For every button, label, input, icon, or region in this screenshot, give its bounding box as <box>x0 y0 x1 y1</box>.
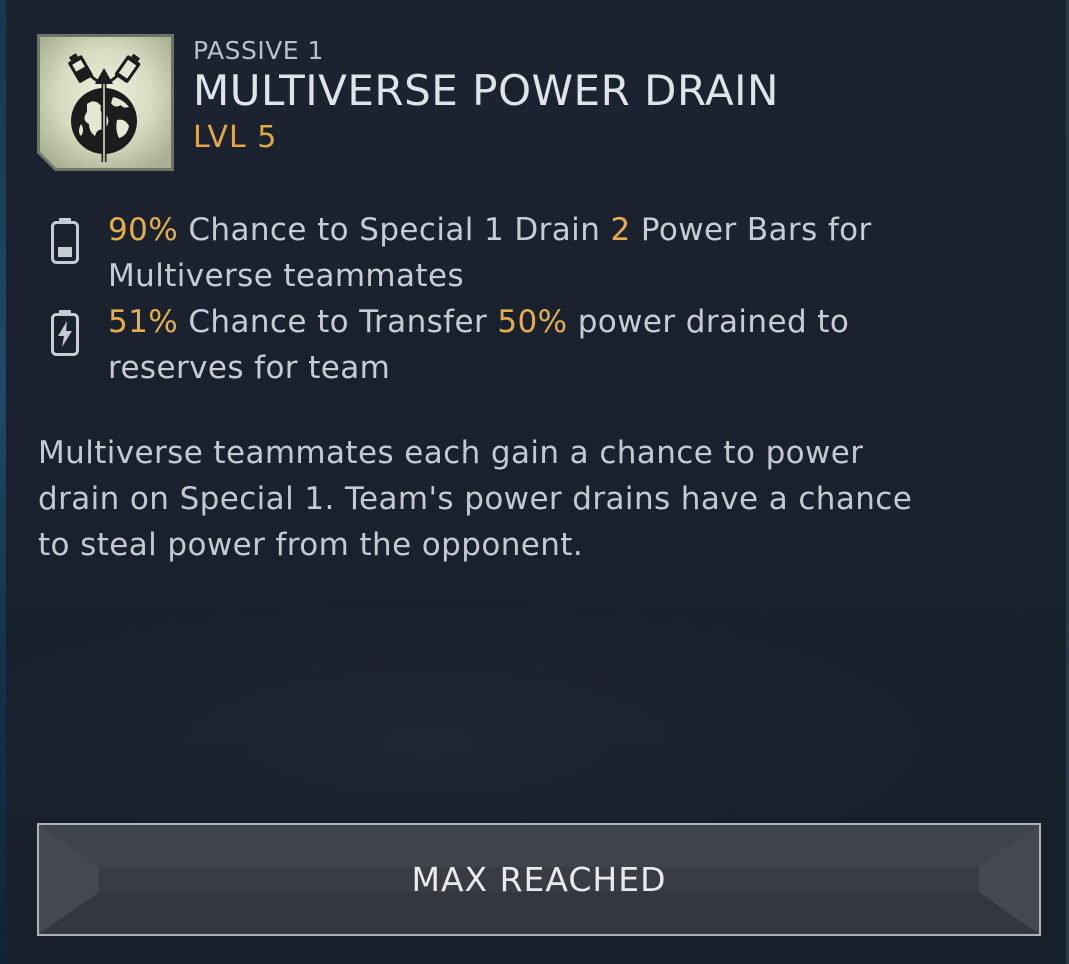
ability-title: MULTIVERSE POWER DRAIN <box>193 66 779 115</box>
power-drain-globe-icon <box>37 34 174 171</box>
stat-text-1: 90% Chance to Special 1 Drain 2 Power Ba… <box>108 207 928 299</box>
stat-desc-part: Chance to Special 1 Drain <box>178 212 611 248</box>
background-texture <box>0 560 1069 820</box>
battery-low-icon <box>51 218 79 264</box>
ability-slot-label: PASSIVE 1 <box>193 36 324 65</box>
ability-description: Multiverse teammates each gain a chance … <box>38 435 913 563</box>
max-reached-button[interactable]: MAX REACHED <box>37 823 1041 936</box>
stat-value-bars: 2 <box>610 212 631 248</box>
stat-value-chance: 90% <box>108 212 179 248</box>
stat-value-chance: 51% <box>108 304 179 340</box>
stat-text-2: 51% Chance to Transfer 50% power drained… <box>108 299 928 391</box>
ability-header: PASSIVE 1 MULTIVERSE POWER DRAIN LVL 5 <box>193 36 779 158</box>
button-label: MAX REACHED <box>411 860 667 899</box>
ability-details-panel: PASSIVE 1 MULTIVERSE POWER DRAIN LVL 5 9… <box>0 0 1069 964</box>
battery-charge-icon <box>51 310 79 356</box>
stat-desc-part: Chance to Transfer <box>178 304 498 340</box>
ability-level: LVL 5 <box>193 120 278 155</box>
ability-badge <box>37 34 174 171</box>
stat-value-transfer: 50% <box>497 304 568 340</box>
